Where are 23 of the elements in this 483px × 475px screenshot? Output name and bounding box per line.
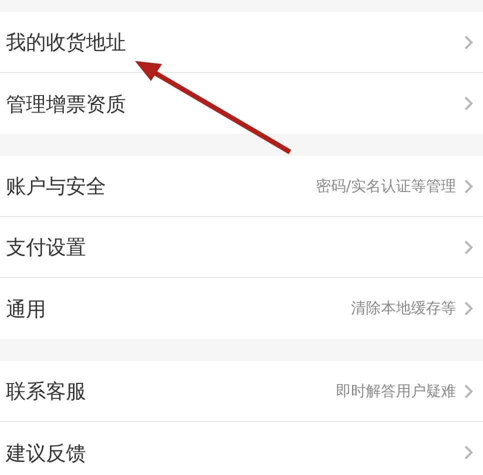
chevron-icon (464, 384, 473, 398)
item-hint: 清除本地缓存等 (351, 298, 456, 320)
item-label: 建议反馈 (6, 440, 86, 466)
item-label: 账户与安全 (6, 173, 106, 200)
chevron-icon (464, 96, 473, 111)
item-hint: 即时解答用户疑难 (336, 380, 456, 402)
item-label: 联系客服 (6, 378, 86, 405)
item-hint: 密码/实名认证等管理 (316, 176, 456, 197)
settings-item[interactable]: 账户与安全 密码/实名认证等管理 (0, 156, 483, 217)
chevron-icon (464, 301, 473, 316)
item-label: 我的收货地址 (6, 29, 126, 56)
settings-item[interactable]: 通用 清除本地缓存等 (0, 278, 483, 339)
settings-item[interactable]: 建议反馈 (0, 422, 483, 475)
item-label: 支付设置 (6, 234, 86, 261)
chevron-icon (464, 34, 473, 50)
chevron-icon (464, 240, 473, 254)
item-label: 管理增票资质 (6, 90, 126, 118)
chevron-icon (464, 178, 473, 194)
settings-item[interactable]: 管理增票资质 (0, 73, 483, 134)
settings-item[interactable]: 联系客服 即时解答用户疑难 (0, 361, 483, 422)
chevron-icon (464, 445, 473, 460)
item-label: 通用 (6, 296, 46, 322)
settings-item[interactable]: 支付设置 (0, 217, 483, 278)
